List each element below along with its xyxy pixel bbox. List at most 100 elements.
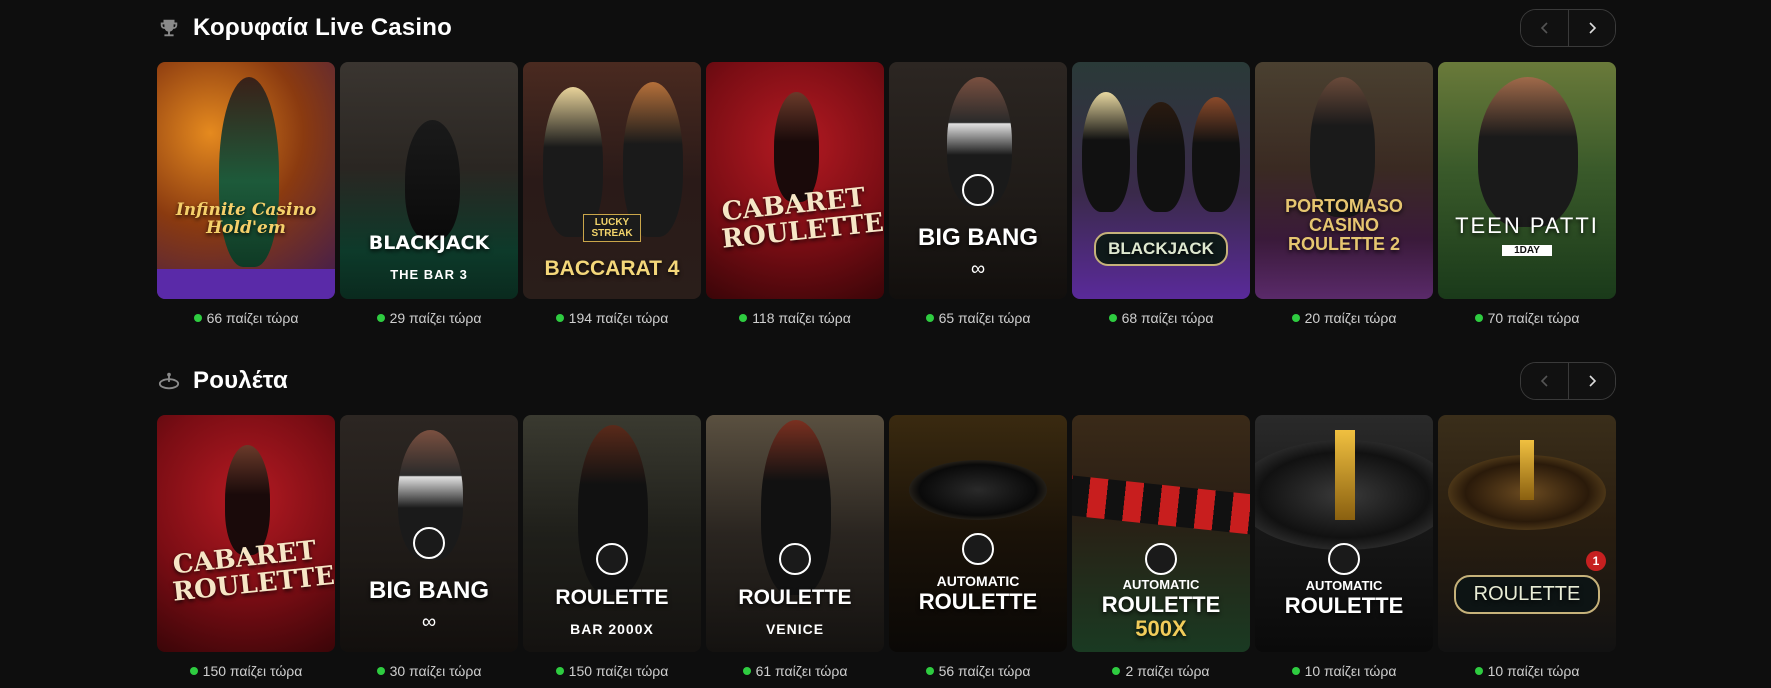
players-count: 118 παίζει τώρα <box>706 299 884 337</box>
top-live-casino-section: Κορυφαία Live Casino Infinite Casino Hol… <box>157 0 1616 326</box>
game-thumbnail[interactable]: AUTOMATIC ROULETTE 500X <box>1072 415 1250 652</box>
section-title: Ρουλέτα <box>193 367 289 394</box>
game-card[interactable]: BLACKJACK THE BAR 3 29 παίζει τώρα <box>340 62 518 337</box>
game-card[interactable]: PORTOMASO CASINO ROULETTE 2 20 παίζει τώ… <box>1255 62 1433 337</box>
players-count: 10 παίζει τώρα <box>1438 652 1616 688</box>
game-thumbnail[interactable]: ROULETTE BAR 2000X <box>523 415 701 652</box>
live-dot-icon <box>1112 667 1121 675</box>
roulette-wheel-icon <box>1145 543 1177 575</box>
game-title: ROULETTE <box>1454 575 1600 614</box>
players-count: 10 παίζει τώρα <box>1255 652 1433 688</box>
game-title: Infinite Casino Hold'em <box>175 200 317 238</box>
live-dot-icon <box>555 314 564 322</box>
game-card[interactable]: Infinite Casino Hold'em 66 παίζει τώρα <box>157 62 335 337</box>
game-subtitle: BAR 2000X <box>570 621 654 637</box>
game-thumbnail[interactable]: BLACKJACK <box>1072 62 1250 299</box>
section-header: Ρουλέτα <box>157 353 1616 411</box>
players-count: 70 παίζει τώρα <box>1438 299 1616 337</box>
game-title: TEEN PATTI <box>1455 213 1599 238</box>
roulette-wheel-icon <box>596 543 628 575</box>
players-count-text: 150 παίζει τώρα <box>202 663 303 679</box>
game-title: BLACKJACK <box>1094 232 1228 266</box>
game-title: BIG BANG <box>918 224 1038 251</box>
game-card[interactable]: ROULETTE VENICE 61 παίζει τώρα <box>706 415 884 688</box>
game-card[interactable]: TEEN PATTI 1DAY 70 παίζει τώρα <box>1438 62 1616 337</box>
game-subtitle: THE BAR 3 <box>390 267 468 282</box>
players-count-text: 56 παίζει τώρα <box>938 663 1031 679</box>
game-thumbnail[interactable]: CABARET ROULETTE <box>157 415 335 652</box>
live-dot-icon <box>739 314 748 322</box>
game-thumbnail[interactable]: Infinite Casino Hold'em <box>157 62 335 299</box>
game-thumbnail[interactable]: PORTOMASO CASINO ROULETTE 2 <box>1255 62 1433 299</box>
players-count-text: 29 παίζει τώρα <box>389 310 482 326</box>
game-title: BLACKJACK <box>368 232 490 254</box>
players-count-text: 2 παίζει τώρα <box>1125 663 1210 679</box>
game-card[interactable]: BIG BANG ∞ 30 παίζει τώρα <box>340 415 518 688</box>
section-title-wrap: Ρουλέτα <box>157 365 288 397</box>
players-count: 29 παίζει τώρα <box>340 299 518 337</box>
game-thumbnail[interactable]: BLACKJACK THE BAR 3 <box>340 62 518 299</box>
roulette-icon <box>157 369 181 393</box>
game-card[interactable]: AUTOMATIC ROULETTE 500X 2 παίζει τώρα <box>1072 415 1250 688</box>
chevron-left-icon <box>1540 375 1548 387</box>
game-thumbnail[interactable]: ROULETTE 1 <box>1438 415 1616 652</box>
game-card[interactable]: BLACKJACK 68 παίζει τώρα <box>1072 62 1250 337</box>
game-badge: AUTOMATIC <box>936 573 1020 589</box>
carousel-nav <box>1520 9 1616 47</box>
players-count-text: 10 παίζει τώρα <box>1304 663 1397 679</box>
players-count-text: 118 παίζει τώρα <box>752 310 851 326</box>
players-count: 194 παίζει τώρα <box>523 299 701 337</box>
section-title-wrap: Κορυφαία Live Casino <box>157 12 452 44</box>
players-count: 150 παίζει τώρα <box>523 652 701 688</box>
players-count: 68 παίζει τώρα <box>1072 299 1250 337</box>
game-thumbnail[interactable]: AUTOMATIC ROULETTE <box>1255 415 1433 652</box>
carousel-prev-button[interactable] <box>1521 10 1568 46</box>
game-title: BACCARAT 4 <box>544 257 680 280</box>
game-thumbnail[interactable]: LUCKY STREAK BACCARAT 4 <box>523 62 701 299</box>
live-dot-icon <box>189 667 198 675</box>
game-badge: 1DAY <box>1502 245 1552 256</box>
game-card[interactable]: BIG BANG ∞ 65 παίζει τώρα <box>889 62 1067 337</box>
live-dot-icon <box>1474 667 1483 675</box>
game-card[interactable]: ROULETTE 1 10 παίζει τώρα <box>1438 415 1616 688</box>
game-title: ROULETTE <box>918 589 1038 614</box>
carousel-next-button[interactable] <box>1568 10 1615 46</box>
game-card[interactable]: ROULETTE BAR 2000X 150 παίζει τώρα <box>523 415 701 688</box>
game-list: CABARET ROULETTE 150 παίζει τώρα BIG BAN… <box>157 415 1616 688</box>
players-count-text: 10 παίζει τώρα <box>1487 663 1580 679</box>
game-title: BIG BANG <box>369 577 489 604</box>
carousel-next-button[interactable] <box>1568 363 1615 399</box>
live-dot-icon <box>1291 314 1300 322</box>
game-card[interactable]: CABARET ROULETTE 150 παίζει τώρα <box>157 415 335 688</box>
game-card[interactable]: LUCKY STREAK BACCARAT 4 194 παίζει τώρα <box>523 62 701 337</box>
game-thumbnail[interactable]: ROULETTE VENICE <box>706 415 884 652</box>
live-dot-icon <box>1108 314 1117 322</box>
live-dot-icon <box>555 667 564 675</box>
section-title: Κορυφαία Live Casino <box>193 14 452 41</box>
game-card[interactable]: AUTOMATIC ROULETTE 10 παίζει τώρα <box>1255 415 1433 688</box>
chevron-left-icon <box>1540 22 1548 34</box>
roulette-section: Ρουλέτα CABARET ROULETTE 150 παίζει τώρα <box>157 353 1616 679</box>
game-card[interactable]: CABARET ROULETTE 118 παίζει τώρα <box>706 62 884 337</box>
game-title: ROULETTE <box>1284 593 1404 618</box>
game-title: ROULETTE <box>555 586 669 609</box>
game-title: ROULETTE <box>738 586 852 609</box>
players-count: 150 παίζει τώρα <box>157 652 335 688</box>
game-badge: AUTOMATIC <box>1122 577 1200 592</box>
chevron-right-icon <box>1589 22 1597 34</box>
game-thumbnail[interactable]: BIG BANG ∞ <box>889 62 1067 299</box>
game-list: Infinite Casino Hold'em 66 παίζει τώρα B… <box>157 62 1616 337</box>
roulette-wheel-icon <box>1328 543 1360 575</box>
live-dot-icon <box>925 667 934 675</box>
players-count: 2 παίζει τώρα <box>1072 652 1250 688</box>
players-count-text: 30 παίζει τώρα <box>389 663 482 679</box>
game-card[interactable]: AUTOMATIC ROULETTE 56 παίζει τώρα <box>889 415 1067 688</box>
roulette-wheel-icon <box>962 174 994 206</box>
game-thumbnail[interactable]: BIG BANG ∞ <box>340 415 518 652</box>
players-count-text: 20 παίζει τώρα <box>1304 310 1397 326</box>
carousel-prev-button[interactable] <box>1521 363 1568 399</box>
game-thumbnail[interactable]: CABARET ROULETTE <box>706 62 884 299</box>
live-dot-icon <box>742 667 751 675</box>
game-thumbnail[interactable]: TEEN PATTI 1DAY <box>1438 62 1616 299</box>
game-thumbnail[interactable]: AUTOMATIC ROULETTE <box>889 415 1067 652</box>
